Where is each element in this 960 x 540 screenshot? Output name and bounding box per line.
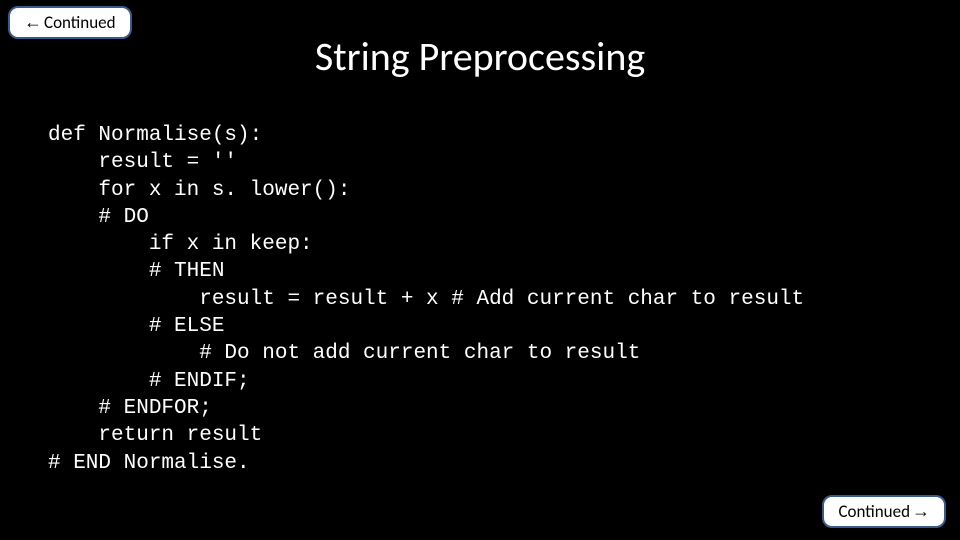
code-block: def Normalise(s): result = '' for x in s…: [48, 122, 804, 477]
arrow-right-icon: →: [912, 501, 930, 522]
code-line: # THEN: [48, 260, 224, 283]
code-line: # Do not add current char to result: [48, 342, 640, 365]
code-line: # ENDIF;: [48, 370, 250, 393]
code-line: result = '': [48, 151, 237, 174]
slide-title: String Preprocessing: [0, 32, 960, 81]
code-line: if x in keep:: [48, 233, 313, 256]
next-button[interactable]: Continued →: [822, 495, 946, 528]
code-line: for x in s. lower():: [48, 179, 350, 202]
code-line: return result: [48, 424, 262, 447]
next-label: Continued: [838, 501, 910, 522]
code-line: # ENDFOR;: [48, 397, 212, 420]
code-line: result = result + x # Add current char t…: [48, 288, 804, 311]
prev-label: Continued: [44, 12, 116, 33]
code-line: # END Normalise.: [48, 452, 250, 475]
code-line: def Normalise(s):: [48, 124, 262, 147]
code-line: # ELSE: [48, 315, 224, 338]
arrow-left-icon: ←: [24, 12, 42, 33]
code-line: # DO: [48, 206, 149, 229]
